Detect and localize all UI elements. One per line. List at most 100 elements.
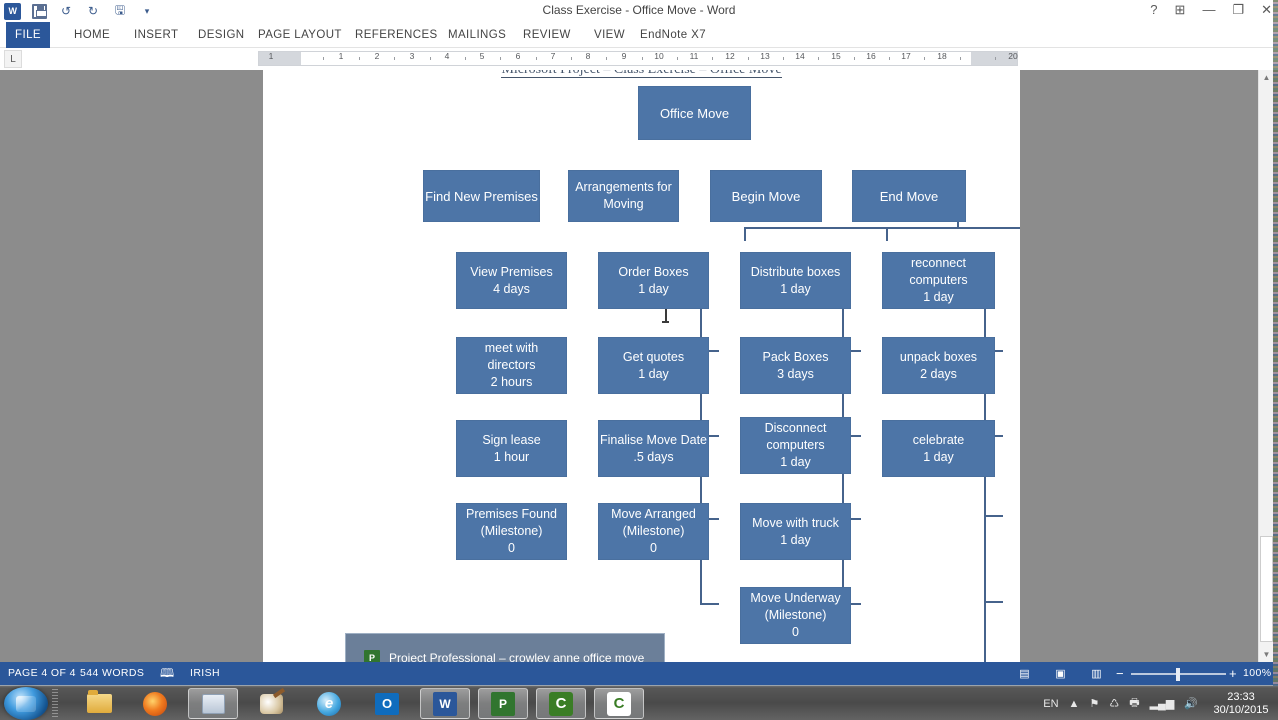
diagram-node-a1[interactable]: View Premises 4 days <box>456 252 567 309</box>
scrollbar-thumb[interactable] <box>1260 536 1273 642</box>
tab-design[interactable]: DESIGN <box>190 22 253 48</box>
diagram-node-b4[interactable]: Move Arranged (Milestone) 0 <box>598 503 709 560</box>
language-indicator[interactable]: IRISH <box>190 662 220 685</box>
tray-language[interactable]: EN <box>1043 698 1058 710</box>
print-layout-icon[interactable]: ▣ <box>1052 666 1069 681</box>
diagram-node-c5[interactable]: Move Underway (Milestone) 0 <box>740 587 851 644</box>
diagram-node-a3[interactable]: Sign lease 1 hour <box>456 420 567 477</box>
diagram-node-line: Disconnect <box>764 421 827 435</box>
diagram-node-p3[interactable]: Begin Move <box>710 170 822 222</box>
vertical-scrollbar[interactable]: ▲ ▼ <box>1258 70 1273 662</box>
minimize-button[interactable]: — <box>1202 1 1215 19</box>
zoom-out-button[interactable]: − <box>1116 662 1124 685</box>
tab-home[interactable]: HOME <box>66 22 118 48</box>
diagram-node-p1[interactable]: Find New Premises <box>423 170 540 222</box>
network-icon[interactable]: ▂▄▆ <box>1150 697 1175 710</box>
ruler-tick: 1 <box>268 51 274 61</box>
word-count[interactable]: 544 WORDS <box>80 662 144 685</box>
diagram-node-line: 1 day <box>638 281 669 296</box>
diagram-node-p4[interactable]: End Move <box>852 170 966 222</box>
taskbar-button-internet-explorer[interactable]: e <box>304 688 354 719</box>
taskbar-button-firefox[interactable] <box>130 688 180 719</box>
zoom-in-button[interactable]: + <box>1229 662 1237 685</box>
close-button[interactable]: ✕ <box>1261 1 1272 19</box>
diagram-node-line: 2 days <box>920 366 957 381</box>
tab-page-layout[interactable]: PAGE LAYOUT <box>250 22 350 48</box>
diagram-node-line: (Milestone) <box>764 608 827 622</box>
diagram-node-root[interactable]: Office Move <box>638 86 751 140</box>
diagram-node-line: Move Underway <box>750 591 841 605</box>
taskbar-grip[interactable] <box>52 689 58 718</box>
taskbar-button-project[interactable]: P <box>478 688 528 719</box>
scroll-down-arrow-icon[interactable]: ▼ <box>1259 647 1274 662</box>
diagram-node-line: Arrangements for <box>575 180 672 194</box>
ruler-tick: 8 <box>585 51 591 61</box>
connector <box>886 227 888 241</box>
diagram-node-line: Order Boxes <box>618 264 689 279</box>
zoom-level[interactable]: 100% <box>1243 662 1271 685</box>
diagram-node-line: Move with truck <box>752 515 839 530</box>
action-center-icon[interactable]: ⚑ <box>1089 697 1099 710</box>
ruler-tick: 11 <box>689 51 699 61</box>
diagram-node-a4[interactable]: Premises Found (Milestone) 0 <box>456 503 567 560</box>
diagram-node-b3[interactable]: Finalise Move Date .5 days <box>598 420 709 477</box>
diagram-node-c3[interactable]: Disconnect computers 1 day <box>740 417 851 474</box>
diagram-node-line: 0 <box>508 541 515 555</box>
proofing-errors-icon[interactable]: 🕮 <box>160 662 175 685</box>
document-title: Class Exercise - Office Move - Word <box>542 3 736 17</box>
page-indicator[interactable]: PAGE 4 OF 4 <box>8 662 76 685</box>
diagram-node-d2[interactable]: unpack boxes 2 days <box>882 337 995 394</box>
taskbar-button-word[interactable]: W <box>420 688 470 719</box>
ruler-tick: 14 <box>795 51 805 61</box>
ribbon-display-options-icon[interactable]: ⊞ <box>1175 1 1186 19</box>
taskbar-button-window[interactable] <box>188 688 238 719</box>
diagram-node-line: computers <box>766 438 825 452</box>
diagram-node-a2[interactable]: meet with directors 2 hours <box>456 337 567 394</box>
diagram-node-p2[interactable]: Arrangements for Moving <box>568 170 679 222</box>
taskbar-button-outlook[interactable]: O <box>362 688 412 719</box>
printer-icon[interactable]: 🖶 <box>1129 694 1139 713</box>
diagram-node-b2[interactable]: Get quotes 1 day <box>598 337 709 394</box>
show-hidden-icons-icon[interactable]: ▲ <box>1069 698 1080 710</box>
tab-references[interactable]: REFERENCES <box>347 22 446 48</box>
ruler-row: L 1 1 2 3 4 5 6 7 8 9 10 11 12 13 14 15 … <box>0 48 1278 122</box>
tab-file[interactable]: FILE <box>6 22 50 48</box>
restore-button[interactable]: ❐ <box>1232 1 1244 19</box>
diagram-node-line: Pack Boxes <box>762 349 829 364</box>
read-mode-icon[interactable]: ▤ <box>1016 666 1033 681</box>
ruler-tick: 6 <box>515 51 521 61</box>
taskbar-button-paint[interactable] <box>246 688 296 719</box>
tab-endnote-x7[interactable]: EndNote X7 <box>632 22 714 48</box>
taskbar-button-explorer[interactable] <box>74 688 124 719</box>
sync-icon[interactable]: ♺ <box>1109 697 1119 710</box>
help-icon[interactable]: ? <box>1150 1 1157 19</box>
ruler-tick: 20 <box>1008 51 1018 61</box>
diagram-node-c2[interactable]: Pack Boxes 3 days <box>740 337 851 394</box>
tab-insert[interactable]: INSERT <box>126 22 186 48</box>
tray-date: 30/10/2015 <box>1213 703 1269 716</box>
scroll-up-arrow-icon[interactable]: ▲ <box>1259 70 1274 85</box>
diagram-node-line: 2 hours <box>490 375 533 389</box>
diagram-node-c4[interactable]: Move with truck 1 day <box>740 503 851 560</box>
start-orb-icon[interactable] <box>4 687 48 720</box>
title-bar: W ↺ ↻ 🖫 ▾ Class Exercise - Office Move -… <box>0 0 1278 40</box>
taskbar-button-c-app[interactable]: C <box>536 688 586 719</box>
horizontal-ruler[interactable]: 1 1 2 3 4 5 6 7 8 9 10 11 12 13 14 15 16… <box>258 51 1018 66</box>
tray-clock[interactable]: 23:33 30/10/2015 <box>1208 691 1274 717</box>
zoom-slider-thumb[interactable] <box>1176 668 1180 681</box>
ruler-tick: 17 <box>901 51 911 61</box>
window-controls: ? ⊞ — ❐ ✕ <box>1150 1 1272 19</box>
web-layout-icon[interactable]: ▥ <box>1088 666 1105 681</box>
diagram-node-d1[interactable]: reconnect computers 1 day <box>882 252 995 309</box>
tab-view[interactable]: VIEW <box>586 22 633 48</box>
volume-icon[interactable]: 🔊 <box>1184 697 1198 710</box>
diagram-node-d3[interactable]: celebrate 1 day <box>882 420 995 477</box>
diagram-node-b1[interactable]: Order Boxes 1 day <box>598 252 709 309</box>
ruler-tick: 12 <box>725 51 735 61</box>
ruler-tick: 3 <box>409 51 415 61</box>
taskbar-button-c-app-light[interactable]: C <box>594 688 644 719</box>
tab-stop-selector[interactable]: L <box>4 50 22 68</box>
tab-review[interactable]: REVIEW <box>515 22 579 48</box>
diagram-node-c1[interactable]: Distribute boxes 1 day <box>740 252 851 309</box>
tab-mailings[interactable]: MAILINGS <box>440 22 514 48</box>
